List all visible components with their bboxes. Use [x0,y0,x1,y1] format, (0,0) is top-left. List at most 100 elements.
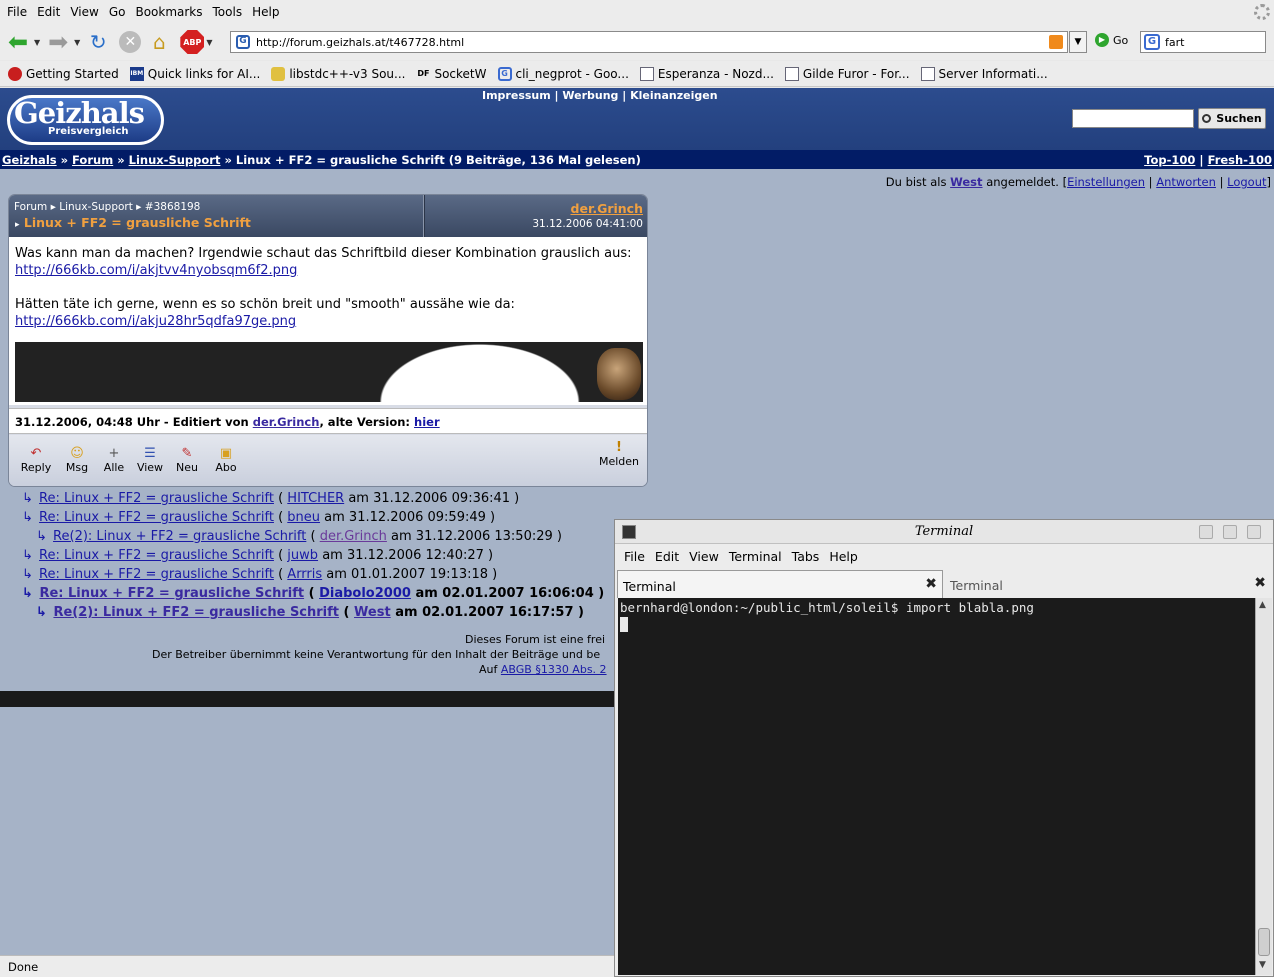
link-logout[interactable]: Logout [1227,175,1266,189]
menu-view[interactable]: View [65,5,103,19]
go-button[interactable]: ▶ Go [1095,33,1128,47]
reply-user-link[interactable]: West [354,605,391,620]
reply-user-link[interactable]: Diabolo2000 [319,586,411,601]
reply-user-link[interactable]: Arrris [287,567,322,582]
terminal-screen[interactable]: bernhard@london:~/public_html/soleil$ im… [618,598,1255,975]
reply-title-link[interactable]: Re: Linux + FF2 = grausliche Schrift [39,510,274,525]
minimize-icon[interactable] [1199,525,1213,539]
terminal-cursor [620,617,628,632]
link-kleinanzeigen[interactable]: Kleinanzeigen [630,89,717,102]
scroll-up-icon[interactable]: ▲ [1259,600,1266,610]
reply-user-link[interactable]: HITCHER [287,491,344,506]
reply-user-link[interactable]: juwb [287,548,318,563]
post-link-1[interactable]: http://666kb.com/i/akjtvv4nyobsqm6f2.png [15,263,297,278]
bookmark-item[interactable]: Server Informati... [920,66,1048,81]
terminal-tab[interactable]: Terminal ✖ [945,570,1271,598]
post-title-text: Linux + FF2 = grausliche Schrift [23,215,251,230]
term-menu-view[interactable]: View [684,549,724,564]
reply-user-link[interactable]: bneu [287,510,320,525]
reply-title-link[interactable]: Re(2): Linux + FF2 = grausliche Schrift [53,529,306,544]
msg-button[interactable]: ☺ Msg [59,447,95,475]
bookmark-item[interactable]: Getting Started [8,66,119,81]
forward-arrow-icon[interactable]: ➡ [44,28,72,56]
terminal-scrollbar[interactable]: ▲ ▼ [1255,598,1272,975]
link-werbung[interactable]: Werbung [562,89,618,102]
term-menu-terminal[interactable]: Terminal [724,549,787,564]
menu-go[interactable]: Go [104,5,131,19]
reply-title-link[interactable]: Re(2): Linux + FF2 = grausliche Schrift [53,605,339,620]
link-fresh-100[interactable]: Fresh-100 [1208,153,1272,167]
menu-tools[interactable]: Tools [208,5,248,19]
reply-button[interactable]: ↶ Reply [18,447,54,475]
tab-label: Terminal [950,578,1003,593]
bookmark-item[interactable]: Esperanza - Nozd... [639,66,774,81]
home-icon[interactable]: ⌂ [145,28,173,56]
red-hat-icon [8,66,22,81]
menu-help[interactable]: Help [247,5,284,19]
scrollbar-thumb[interactable] [1258,928,1270,956]
alle-button[interactable]: + Alle [96,447,132,475]
maximize-icon[interactable] [1223,525,1237,539]
adblock-icon[interactable]: ABP [180,30,205,54]
report-button[interactable]: ! Melden [597,441,641,469]
link-top-100[interactable]: Top-100 [1144,153,1195,167]
close-window-icon[interactable] [1247,525,1261,539]
reload-icon[interactable]: ↻ [84,28,112,56]
menu-bookmarks[interactable]: Bookmarks [130,5,207,19]
login-user[interactable]: West [950,175,982,189]
reply-arrow-icon: ↳ [22,510,33,525]
bookmark-item[interactable]: Gcli_negprot - Goo... [497,66,629,81]
adblock-dropdown-icon[interactable]: ▼ [206,38,212,47]
google-icon[interactable]: G [1144,34,1160,50]
bookmark-item[interactable]: IBM Quick links for AI... [129,66,260,81]
post-author[interactable]: der.Grinch [571,201,643,216]
url-bar[interactable]: G http://forum.geizhals.at/t467728.html [230,31,1068,53]
bookmark-item[interactable]: Gilde Furor - For... [784,66,910,81]
term-menu-help[interactable]: Help [824,549,863,564]
back-arrow-icon[interactable]: ⬅ [4,28,32,56]
search-engine-box[interactable]: G fart [1140,31,1266,53]
terminal-tab-active[interactable]: Terminal ✖ [617,570,943,598]
link-impressum[interactable]: Impressum [482,89,551,102]
post-crumb-forum[interactable]: Forum [14,201,47,213]
view-button[interactable]: ☰ View [132,447,168,475]
terminal-titlebar[interactable]: Terminal [615,520,1273,544]
reply-title-link[interactable]: Re: Linux + FF2 = grausliche Schrift [39,586,304,601]
crumb-forum[interactable]: Forum [72,153,113,167]
link-antworten[interactable]: Antworten [1156,175,1216,189]
crumb-linux-support[interactable]: Linux-Support [129,153,221,167]
abo-button[interactable]: ▣ Abo [208,447,244,475]
menu-file[interactable]: File [2,5,32,19]
forward-dropdown-icon[interactable]: ▼ [74,38,80,47]
back-dropdown-icon[interactable]: ▼ [34,38,40,47]
menu-edit[interactable]: Edit [32,5,65,19]
abgb-link[interactable]: ABGB §1330 Abs. 2 [501,663,607,676]
post-link-2[interactable]: http://666kb.com/i/akju28hr5qdfa97ge.png [15,314,296,329]
stop-icon[interactable]: ✕ [119,31,142,53]
throbber-icon [1254,4,1270,20]
term-menu-tabs[interactable]: Tabs [787,549,825,564]
term-menu-file[interactable]: File [619,549,650,564]
geizhals-logo[interactable]: Geizhals Preisvergleich [7,95,164,145]
reply-title-link[interactable]: Re: Linux + FF2 = grausliche Schrift [39,567,274,582]
edit-old-version-link[interactable]: hier [414,415,440,429]
reply-user-link[interactable]: der.Grinch [320,529,387,544]
close-tab-icon[interactable]: ✖ [1254,575,1266,591]
bookmark-item[interactable]: DF SocketW [416,67,486,81]
site-search-input[interactable] [1072,109,1194,128]
msg-label: Msg [65,461,89,474]
link-einstellungen[interactable]: Einstellungen [1067,175,1145,189]
url-history-dropdown-icon[interactable]: ▼ [1069,31,1087,53]
rss-feed-icon[interactable] [1049,35,1063,49]
close-tab-icon[interactable]: ✖ [925,576,937,592]
term-menu-edit[interactable]: Edit [650,549,684,564]
post-crumb-section[interactable]: Linux-Support [59,201,133,213]
reply-title-link[interactable]: Re: Linux + FF2 = grausliche Schrift [39,548,274,563]
crumb-geizhals[interactable]: Geizhals [2,153,57,167]
scroll-down-icon[interactable]: ▼ [1259,960,1266,970]
reply-title-link[interactable]: Re: Linux + FF2 = grausliche Schrift [39,491,274,506]
edit-user[interactable]: der.Grinch [253,415,320,429]
bookmark-item[interactable]: libstdc++-v3 Sou... [271,66,405,81]
site-search-button[interactable]: Suchen [1198,108,1266,129]
neu-button[interactable]: ✎ Neu [169,447,205,475]
